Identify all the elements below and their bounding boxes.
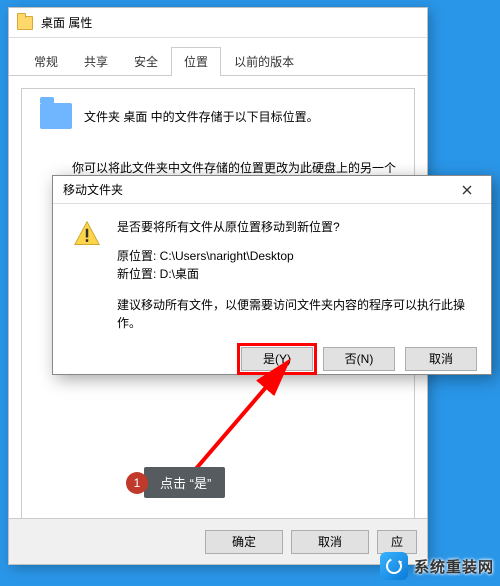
dialog-title: 移动文件夹 bbox=[63, 181, 123, 198]
dialog-buttons: 是(Y) 否(N) 取消 bbox=[53, 341, 491, 383]
dialog-text: 是否要将所有文件从原位置移动到新位置? 原位置: C:\Users\narigh… bbox=[117, 218, 471, 333]
close-button[interactable] bbox=[449, 179, 485, 201]
window-title: 桌面 属性 bbox=[41, 14, 92, 31]
folder-large-icon bbox=[40, 103, 72, 129]
properties-titlebar: 桌面 属性 bbox=[9, 8, 427, 38]
yes-button[interactable]: 是(Y) bbox=[241, 347, 313, 371]
close-icon bbox=[462, 185, 472, 195]
annotation-bubble: 1 点击 “是” bbox=[126, 467, 225, 498]
new-location: 新位置: D:\桌面 bbox=[117, 265, 471, 284]
watermark-text: 系统重装网 bbox=[414, 556, 494, 577]
tab-location[interactable]: 位置 bbox=[171, 47, 221, 76]
tab-previous[interactable]: 以前的版本 bbox=[221, 47, 307, 76]
tab-general[interactable]: 常规 bbox=[21, 47, 71, 76]
tab-security[interactable]: 安全 bbox=[121, 47, 171, 76]
dialog-question: 是否要将所有文件从原位置移动到新位置? bbox=[117, 218, 471, 237]
dialog-titlebar: 移动文件夹 bbox=[53, 176, 491, 204]
old-location: 原位置: C:\Users\naright\Desktop bbox=[117, 247, 471, 266]
watermark-logo-icon bbox=[380, 552, 408, 580]
watermark: 系统重装网 bbox=[380, 552, 494, 580]
annotation-text: 点击 “是” bbox=[144, 467, 225, 498]
move-folder-dialog: 移动文件夹 是否要将所有文件从原位置移动到新位置? 原位置: C:\Users\… bbox=[52, 175, 492, 375]
location-desc-1: 文件夹 桌面 中的文件存储于以下目标位置。 bbox=[84, 108, 319, 125]
tab-share[interactable]: 共享 bbox=[71, 47, 121, 76]
properties-buttons: 确定 取消 应 bbox=[9, 518, 427, 564]
cancel-button[interactable]: 取消 bbox=[291, 530, 369, 554]
dialog-cancel-button[interactable]: 取消 bbox=[405, 347, 477, 371]
apply-button[interactable]: 应 bbox=[377, 530, 417, 554]
ok-button[interactable]: 确定 bbox=[205, 530, 283, 554]
no-button[interactable]: 否(N) bbox=[323, 347, 395, 371]
annotation-number: 1 bbox=[126, 472, 148, 494]
warning-icon bbox=[73, 220, 101, 248]
dialog-advice: 建议移动所有文件，以便需要访问文件夹内容的程序可以执行此操作。 bbox=[117, 296, 471, 333]
tabs: 常规 共享 安全 位置 以前的版本 bbox=[9, 38, 427, 76]
folder-icon bbox=[17, 16, 33, 30]
